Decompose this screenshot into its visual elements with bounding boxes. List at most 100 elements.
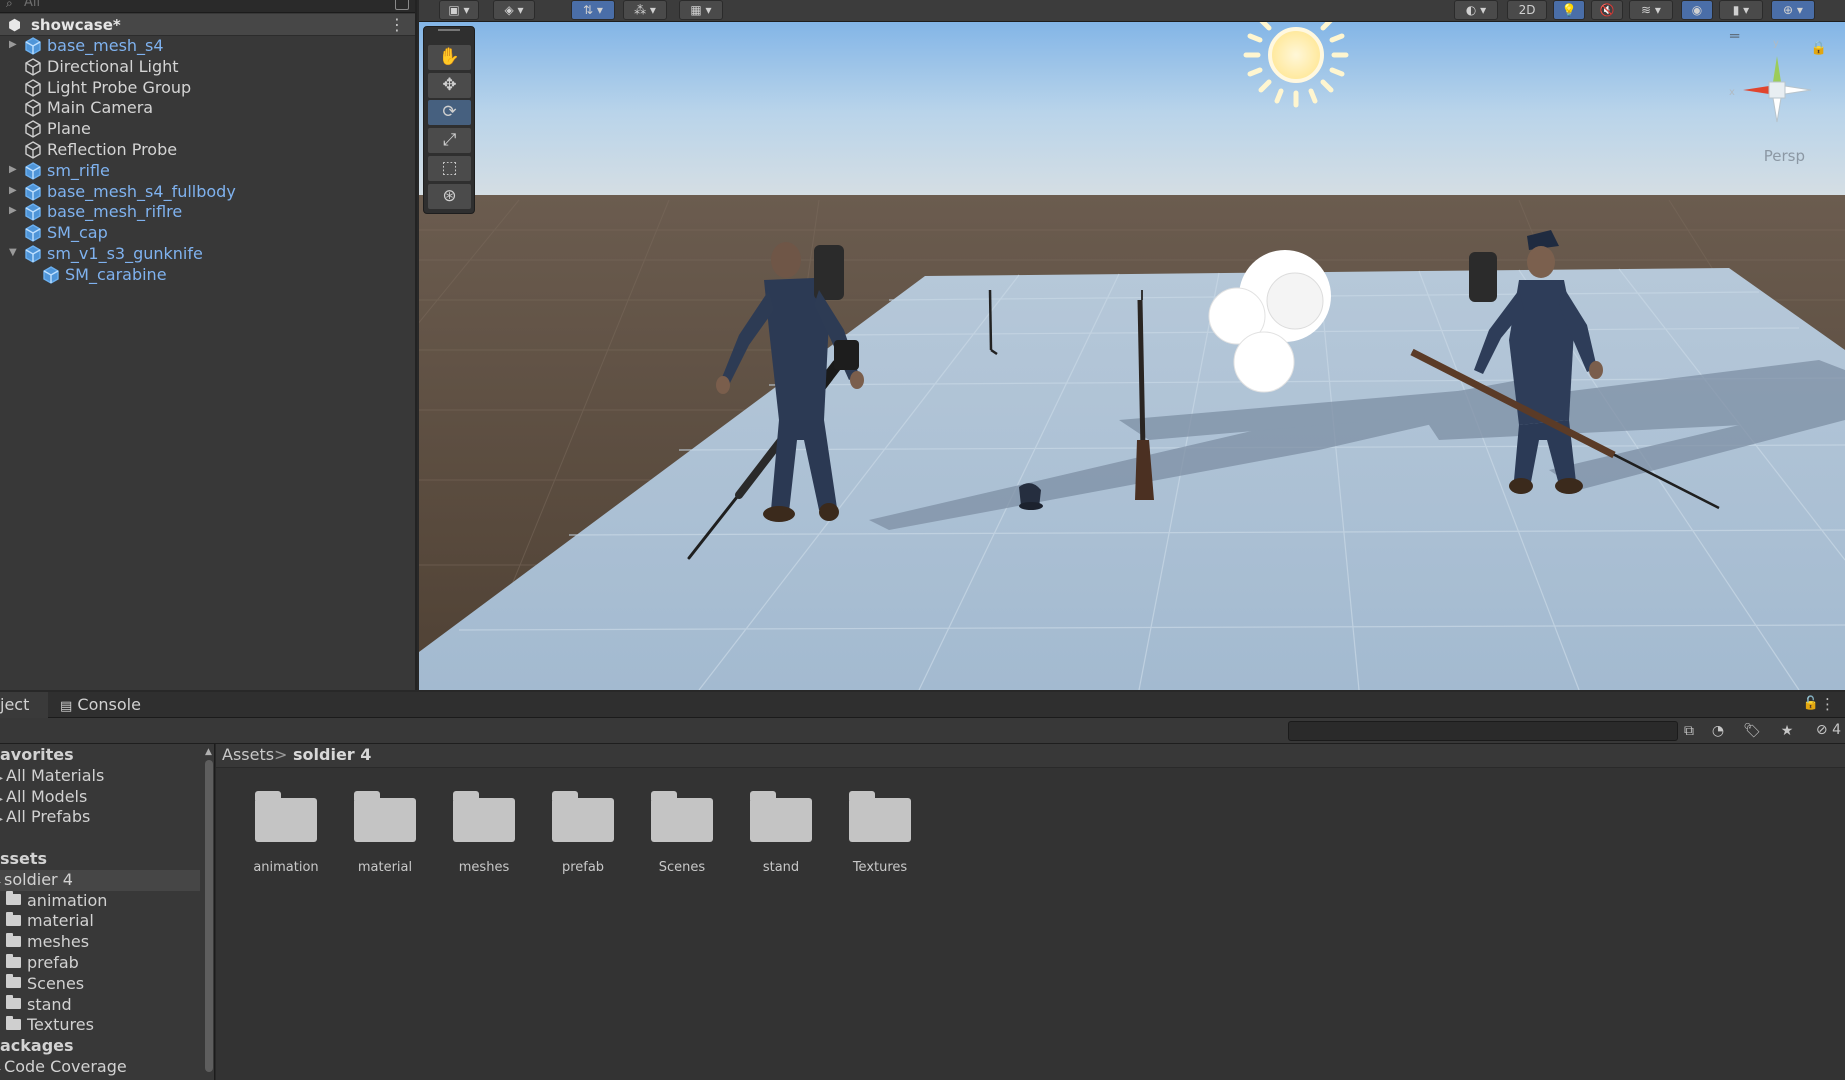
scroll-up-icon[interactable]: ▲ bbox=[205, 747, 212, 757]
favorites-section: avorites bbox=[0, 745, 200, 766]
expand-arrow-icon[interactable]: ▶ bbox=[9, 185, 17, 196]
search-by-scene-icon[interactable]: ⧉ bbox=[1677, 721, 1701, 741]
tree-scrollbar[interactable]: ▲ bbox=[203, 744, 214, 1080]
scene-header[interactable]: ⬢ showcase* ⋮ bbox=[0, 14, 415, 36]
scene-menu-icon[interactable]: ⋮ bbox=[389, 15, 405, 34]
hierarchy-search-bar[interactable]: ⌕ All bbox=[0, 0, 415, 13]
hidden-packages-toggle[interactable]: ⊘ 4 bbox=[1816, 722, 1841, 738]
toggle-2d-button[interactable]: 2D bbox=[1507, 0, 1547, 20]
breadcrumb-separator: > bbox=[274, 745, 288, 764]
grid-dropdown[interactable]: ▦ ▾ bbox=[679, 0, 723, 20]
hierarchy-item[interactable]: ▶ base_mesh_riflre bbox=[0, 202, 415, 223]
hierarchy-item[interactable]: Main Camera bbox=[0, 98, 415, 119]
search-filter-icon: ▸ bbox=[0, 773, 3, 784]
snap-dropdown[interactable]: ⁂ ▾ bbox=[623, 0, 667, 20]
draw-mode-dropdown[interactable]: ▣ ▾ bbox=[439, 0, 479, 20]
favorite-item[interactable]: ▸All Models bbox=[0, 787, 200, 808]
camera-projection-label[interactable]: Persp bbox=[1764, 147, 1805, 165]
scene-view[interactable]: ▣ ▾ ◈ ▾ ⇅ ▾ ⁂ ▾ ▦ ▾ ◐ ▾ 2D 💡 🔇 ≋ ▾ ◉ ▮ ▾… bbox=[419, 0, 1845, 690]
lock-icon[interactable]: 🔓 bbox=[1803, 696, 1819, 711]
hierarchy-item[interactable]: ▶ sm_rifle bbox=[0, 161, 415, 182]
folder-icon bbox=[6, 974, 21, 989]
expand-arrow-icon[interactable]: ▶ bbox=[9, 39, 17, 50]
project-search-input[interactable] bbox=[1288, 721, 1678, 741]
project-tab-bar: ject ▤ Console 🔓 ⋮ bbox=[0, 692, 1845, 718]
search-options-icon[interactable] bbox=[395, 0, 409, 10]
shading-dropdown[interactable]: ◐ ▾ bbox=[1454, 0, 1498, 20]
tree-folder[interactable]: prefab bbox=[0, 953, 200, 974]
breadcrumb-current[interactable]: soldier 4 bbox=[293, 745, 371, 764]
asset-folder[interactable]: Scenes bbox=[626, 788, 724, 888]
hierarchy-item[interactable]: ▶ base_mesh_s4 bbox=[0, 36, 415, 57]
expand-arrow-icon[interactable]: ▶ bbox=[9, 164, 17, 175]
tree-folder[interactable]: stand bbox=[0, 995, 200, 1016]
tree-folder-soldier-4-label: soldier 4 bbox=[4, 869, 73, 889]
folder-icon bbox=[552, 791, 614, 842]
scroll-thumb[interactable] bbox=[205, 760, 213, 1072]
audio-toggle-icon[interactable]: 🔇 bbox=[1591, 0, 1623, 20]
scene-viewport[interactable]: x y bbox=[419, 0, 1845, 690]
scale-tool-icon[interactable]: ⤢ bbox=[428, 128, 471, 153]
favorite-item[interactable]: ▸All Materials bbox=[0, 766, 200, 787]
gizmos-dropdown[interactable]: ⊕ ▾ bbox=[1771, 0, 1815, 20]
tree-folder-soldier-4[interactable]: ▸soldier 4 bbox=[0, 869, 200, 891]
favorite-item-label: All Prefabs bbox=[6, 807, 91, 827]
asset-folder[interactable]: meshes bbox=[428, 788, 526, 888]
hierarchy-item-label: base_mesh_s4_fullbody bbox=[47, 181, 236, 201]
hierarchy-item-label: sm_v1_s3_gunknife bbox=[47, 244, 203, 263]
effects-dropdown[interactable]: ≋ ▾ bbox=[1629, 0, 1673, 20]
hierarchy-item[interactable]: Light Probe Group bbox=[0, 78, 415, 99]
gameobject-cube-icon bbox=[25, 78, 41, 97]
prefab-cube-icon bbox=[25, 182, 41, 201]
console-icon: ▤ bbox=[60, 699, 73, 714]
asset-folder[interactable]: prefab bbox=[527, 788, 625, 888]
camera-dropdown[interactable]: ▮ ▾ bbox=[1719, 0, 1763, 20]
visibility-toggle-icon[interactable]: ◉ bbox=[1681, 0, 1713, 20]
hierarchy-item[interactable]: Plane bbox=[0, 119, 415, 140]
folder-icon bbox=[6, 932, 21, 947]
tree-folder[interactable]: Scenes bbox=[0, 974, 200, 995]
tab-console[interactable]: ▤ Console bbox=[60, 692, 160, 718]
rotate-tool-icon[interactable]: ⟳ bbox=[428, 100, 471, 125]
hierarchy-item[interactable]: Reflection Probe bbox=[0, 140, 415, 161]
hidden-count: 4 bbox=[1832, 722, 1841, 738]
tree-folder[interactable]: material bbox=[0, 911, 200, 932]
pivot-dropdown[interactable]: ⇅ ▾ bbox=[571, 0, 615, 20]
render-mode-dropdown[interactable]: ◈ ▾ bbox=[493, 0, 535, 20]
hierarchy-item[interactable]: SM_cap bbox=[0, 223, 415, 244]
lighting-toggle-icon[interactable]: 💡 bbox=[1553, 0, 1585, 20]
search-by-label-icon[interactable]: 🏷 bbox=[1740, 721, 1764, 741]
hierarchy-item[interactable]: SM_carabine bbox=[0, 265, 415, 286]
lock-icon[interactable]: 🔒 bbox=[1811, 41, 1827, 56]
collapse-arrow-icon[interactable]: ▼ bbox=[9, 247, 17, 258]
asset-folder[interactable]: animation bbox=[230, 788, 328, 888]
tree-folder[interactable]: animation bbox=[0, 891, 200, 912]
hierarchy-item[interactable]: ▶ base_mesh_s4_fullbody bbox=[0, 181, 415, 203]
tree-folder[interactable]: meshes bbox=[0, 932, 200, 953]
view-tool-icon[interactable]: ✋ bbox=[428, 45, 471, 70]
package-item[interactable]: ▸Code Coverage bbox=[0, 1057, 200, 1078]
hierarchy-item[interactable]: Directional Light bbox=[0, 57, 415, 78]
more-options-icon[interactable]: ⋮ bbox=[1820, 695, 1835, 713]
tree-folder[interactable]: Textures bbox=[0, 1015, 200, 1036]
expand-arrow-icon[interactable]: ▶ bbox=[9, 205, 17, 216]
tab-project[interactable]: ject bbox=[0, 692, 48, 718]
rect-tool-icon[interactable]: ⬚ bbox=[428, 156, 471, 181]
gizmo-menu-icon[interactable]: ═ bbox=[1730, 27, 1739, 45]
favorite-star-icon[interactable]: ★ bbox=[1775, 721, 1799, 741]
prefab-cube-icon bbox=[25, 245, 41, 263]
svg-text:y: y bbox=[1773, 38, 1779, 49]
asset-folder[interactable]: Textures bbox=[824, 788, 922, 888]
tool-palette: ✋ ✥ ⟳ ⤢ ⬚ ⊛ bbox=[423, 26, 475, 214]
breadcrumb: Assets > soldier 4 bbox=[216, 744, 1845, 768]
search-icon: ⌕ bbox=[6, 0, 13, 10]
search-by-type-icon[interactable]: ◔ bbox=[1706, 721, 1730, 741]
transform-tool-icon[interactable]: ⊛ bbox=[428, 184, 471, 209]
asset-folder[interactable]: material bbox=[329, 788, 427, 888]
favorite-item[interactable]: ▸All Prefabs bbox=[0, 807, 200, 828]
move-tool-icon[interactable]: ✥ bbox=[428, 73, 471, 98]
hierarchy-item-label: Reflection Probe bbox=[47, 140, 178, 159]
hierarchy-item[interactable]: ▼ sm_v1_s3_gunknife bbox=[0, 244, 415, 265]
breadcrumb-assets[interactable]: Assets bbox=[222, 745, 274, 764]
asset-folder[interactable]: stand bbox=[725, 788, 823, 888]
